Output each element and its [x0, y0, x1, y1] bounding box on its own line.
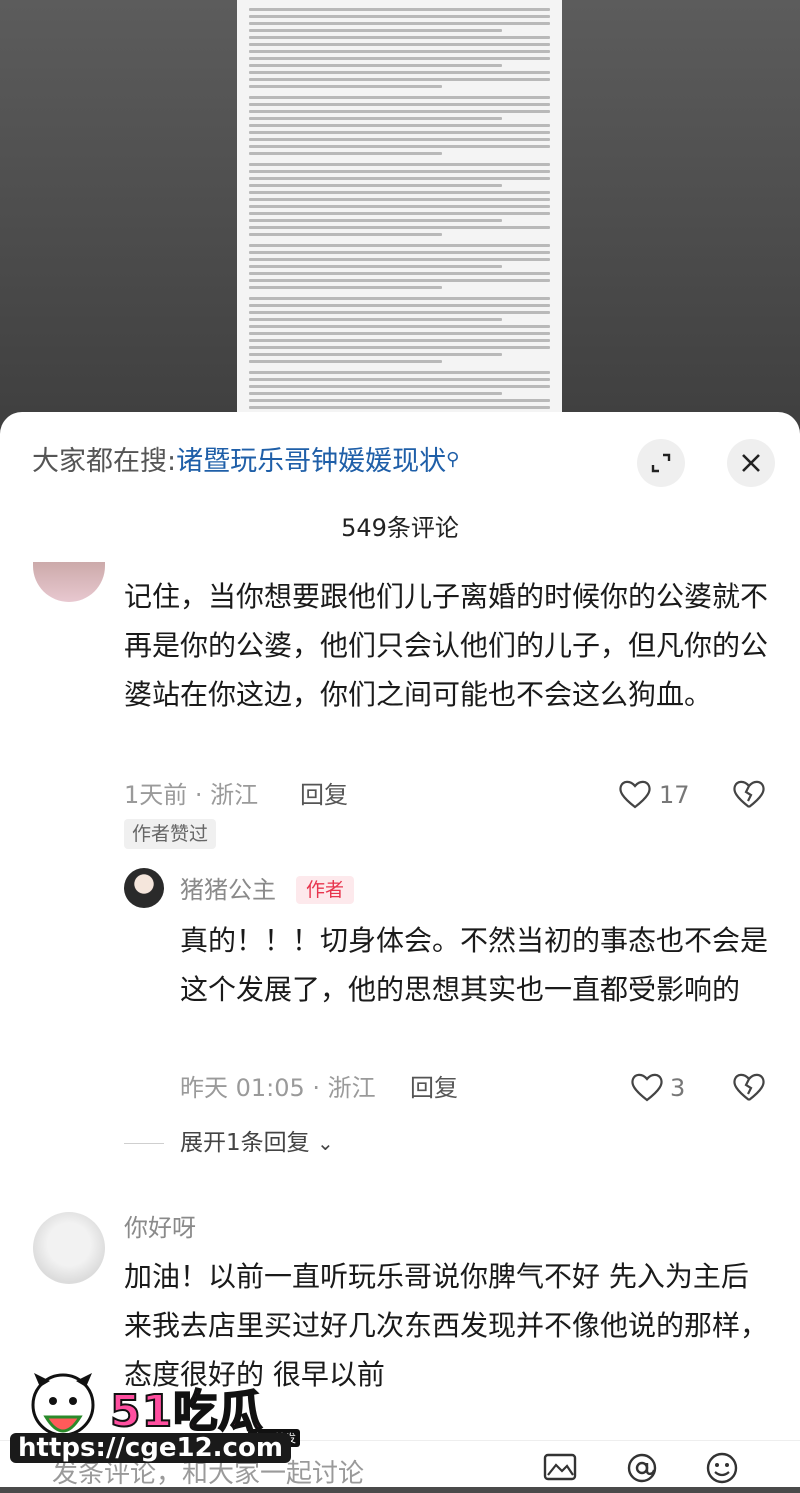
comment-meta: 昨天 01:05 · 浙江 [180, 1074, 376, 1102]
fullscreen-button[interactable] [637, 439, 685, 487]
comment-text: 真的！！！切身体会。不然当初的事态也不会是这个发展了，他的思想其实也一直都受影响… [180, 924, 769, 1006]
chevron-down-icon: ⌄ [316, 1131, 334, 1155]
avatar[interactable] [124, 868, 164, 908]
avatar[interactable] [33, 562, 105, 602]
search-icon: ⚲ [446, 449, 460, 470]
comments-sheet: 大家都在搜:诸暨玩乐哥钟媛媛现状⚲ 549条评论 记住，当你想要跟他们儿子离婚的… [0, 412, 800, 1486]
heart-icon[interactable] [630, 1072, 664, 1102]
broken-heart-icon[interactable] [732, 1072, 766, 1102]
trending-search[interactable]: 大家都在搜:诸暨玩乐哥钟媛媛现状⚲ [32, 442, 459, 482]
picture-icon [543, 1453, 577, 1481]
smiley-icon [706, 1452, 738, 1484]
author-badge: 作者 [296, 876, 355, 904]
author-liked-badge: 作者赞过 [124, 819, 217, 849]
mention-icon[interactable] [622, 1451, 662, 1487]
post-document-image[interactable] [237, 0, 562, 440]
trending-search-prefix: 大家都在搜: [32, 446, 177, 477]
reply-button[interactable]: 回复 [300, 779, 348, 811]
avatar[interactable] [33, 1212, 105, 1284]
reply-button[interactable]: 回复 [410, 1072, 458, 1104]
expand-replies-label: 展开1条回复 [180, 1130, 310, 1156]
at-sign-icon [627, 1453, 657, 1483]
broken-heart-icon[interactable] [732, 779, 766, 809]
image-icon[interactable] [540, 1451, 580, 1487]
heart-icon[interactable] [618, 779, 652, 809]
comment-text: 记住，当你想要跟他们儿子离婚的时候你的公婆就不再是你的公婆，他们只会认他们的儿子… [124, 580, 769, 711]
close-icon [742, 454, 760, 472]
expand-replies-button[interactable]: 展开1条回复 ⌄ [180, 1127, 334, 1159]
emoji-icon[interactable] [702, 1451, 742, 1487]
comment-author[interactable]: 猪猪公主 [180, 874, 276, 906]
trending-search-link[interactable]: 诸暨玩乐哥钟媛媛现状 [176, 446, 446, 477]
watermark-url: https://cge12.com [10, 1433, 291, 1463]
like-count: 3 [670, 1074, 686, 1102]
expand-icon [651, 453, 671, 473]
divider [124, 1143, 164, 1144]
watermark: 51吃瓜 全网首发 https://cge12.com [0, 1367, 320, 1477]
comment-count: 549条评论 [341, 514, 459, 542]
comment-author[interactable]: 你好呀 [124, 1212, 196, 1244]
like-count: 17 [659, 781, 690, 809]
watermark-brand: 51吃瓜 [109, 1385, 264, 1438]
close-button[interactable] [727, 439, 775, 487]
comment-meta: 1天前 · 浙江 [124, 781, 259, 809]
